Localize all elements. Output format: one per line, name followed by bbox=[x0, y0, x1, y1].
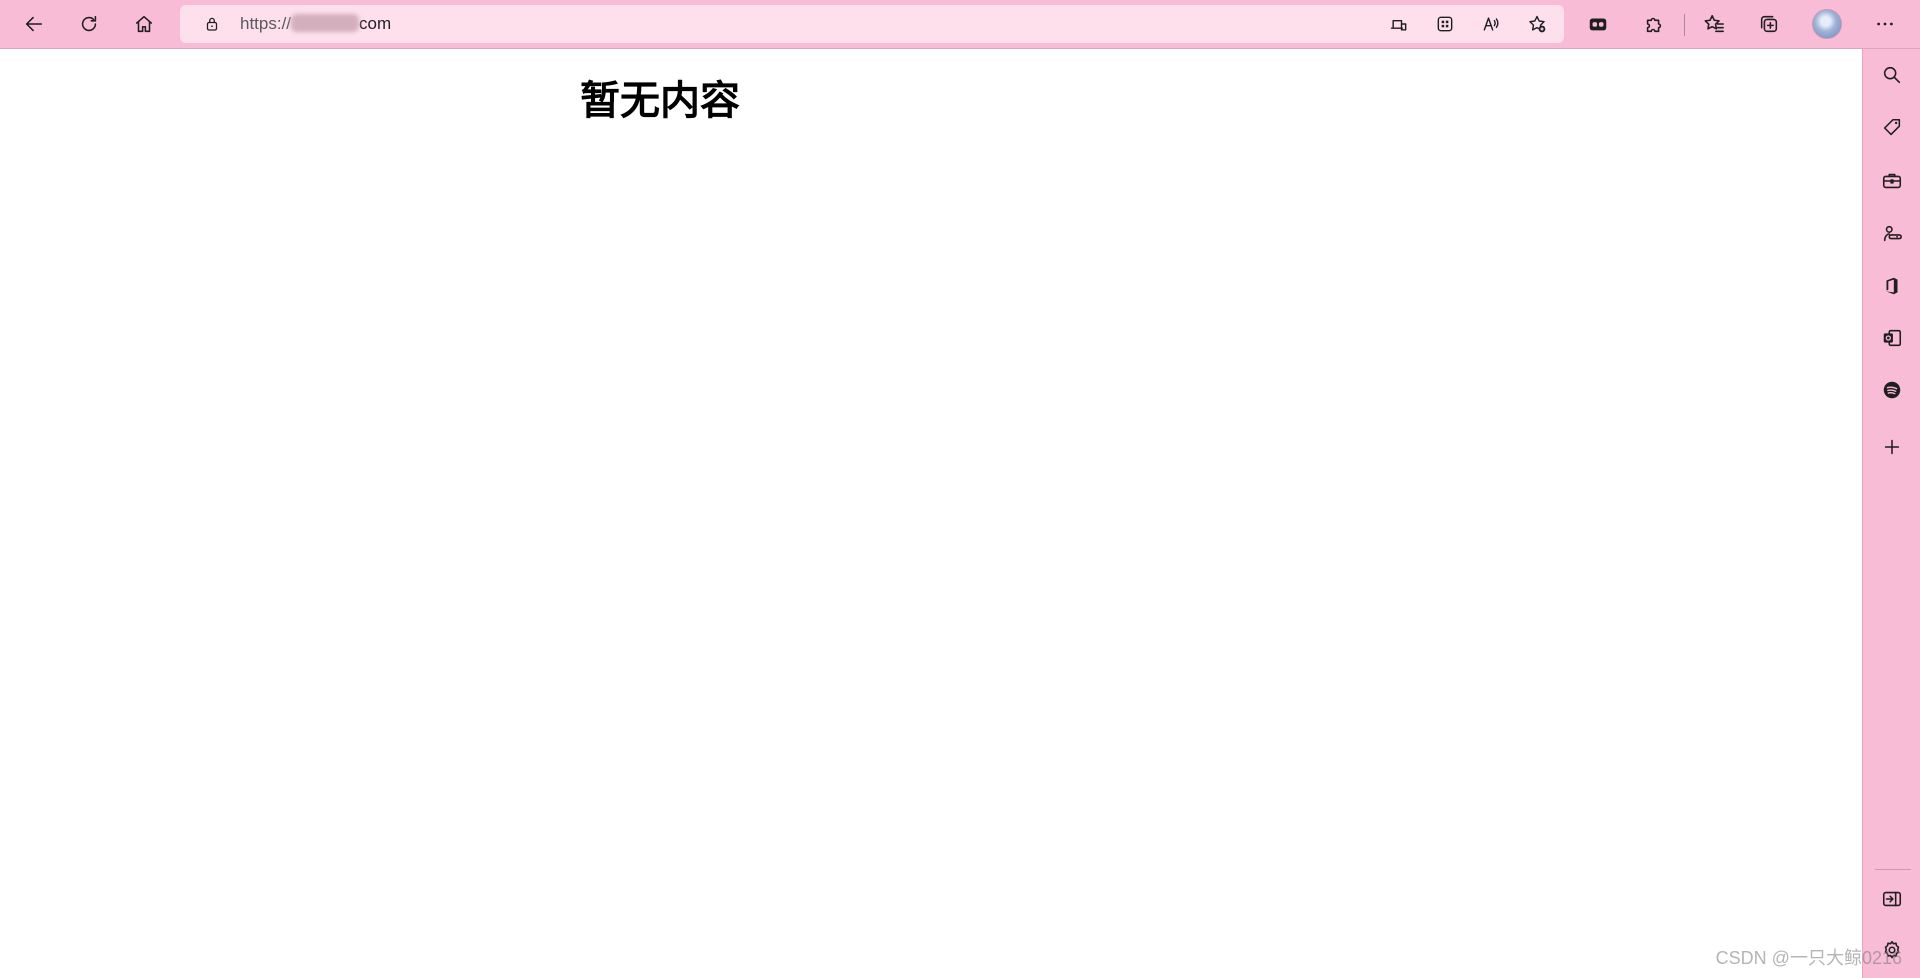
sidebar-outlook-button[interactable] bbox=[1874, 320, 1910, 356]
toolbar-separator bbox=[1684, 14, 1685, 36]
collections-icon bbox=[1760, 15, 1778, 33]
more-icon bbox=[1877, 22, 1893, 26]
sidebar-search-button[interactable] bbox=[1874, 57, 1910, 93]
url-text[interactable]: https:// com bbox=[240, 14, 391, 34]
outlook-icon bbox=[1883, 329, 1902, 347]
tools-icon bbox=[1882, 173, 1902, 189]
avatar[interactable] bbox=[1812, 9, 1842, 39]
app-available-button[interactable] bbox=[1386, 12, 1412, 36]
sidebar-shopping-button[interactable] bbox=[1874, 110, 1910, 146]
address-bar[interactable]: https:// com bbox=[180, 5, 1564, 43]
lock-icon[interactable] bbox=[202, 14, 222, 34]
sidebar-spotify-button[interactable] bbox=[1874, 372, 1910, 408]
url-scheme: https:// bbox=[240, 14, 292, 33]
hide-sidebar-icon bbox=[1882, 891, 1902, 907]
url-redacted bbox=[291, 14, 360, 32]
qr-code-icon bbox=[1437, 16, 1453, 32]
sidebar-separator bbox=[1875, 869, 1911, 870]
back-button[interactable] bbox=[16, 6, 52, 42]
browser-sidebar bbox=[1862, 49, 1920, 978]
shopping-tag-icon bbox=[1883, 118, 1901, 136]
home-icon bbox=[135, 15, 153, 33]
home-button[interactable] bbox=[126, 6, 162, 42]
extensions-button[interactable] bbox=[1636, 6, 1672, 42]
sidebar-tools-button[interactable] bbox=[1874, 163, 1910, 199]
page-content: 暂无内容 bbox=[0, 49, 1862, 978]
refresh-button[interactable] bbox=[71, 6, 107, 42]
extension-button[interactable] bbox=[1580, 6, 1616, 42]
games-icon bbox=[1883, 225, 1902, 242]
browser-toolbar: https:// com bbox=[0, 0, 1920, 49]
qr-code-button[interactable] bbox=[1432, 12, 1458, 36]
search-icon bbox=[1883, 66, 1901, 84]
page-title: 暂无内容 bbox=[580, 78, 740, 124]
back-icon bbox=[25, 16, 43, 32]
sidebar-games-button[interactable] bbox=[1874, 216, 1910, 252]
refresh-icon bbox=[81, 15, 97, 32]
hide-sidebar-button[interactable] bbox=[1874, 881, 1910, 917]
office-icon bbox=[1886, 277, 1898, 295]
extension-icon bbox=[1589, 18, 1607, 31]
app-available-icon bbox=[1390, 19, 1407, 31]
sidebar-add-button[interactable] bbox=[1874, 429, 1910, 465]
collections-button[interactable] bbox=[1751, 6, 1787, 42]
read-aloud-button[interactable] bbox=[1478, 12, 1504, 36]
puzzle-icon bbox=[1646, 17, 1662, 33]
favorites-button[interactable] bbox=[1696, 6, 1732, 42]
add-favorite-button[interactable] bbox=[1524, 12, 1550, 36]
read-aloud-icon bbox=[1483, 17, 1499, 31]
add-icon bbox=[1884, 439, 1900, 455]
spotify-icon bbox=[1883, 381, 1901, 399]
sidebar-office-button[interactable] bbox=[1874, 268, 1910, 304]
more-button[interactable] bbox=[1867, 6, 1903, 42]
url-suffix: com bbox=[359, 14, 392, 33]
add-favorite-icon bbox=[1529, 15, 1546, 33]
watermark: CSDN @一只大鲸0216 bbox=[1715, 948, 1902, 968]
favorites-icon bbox=[1704, 14, 1724, 33]
